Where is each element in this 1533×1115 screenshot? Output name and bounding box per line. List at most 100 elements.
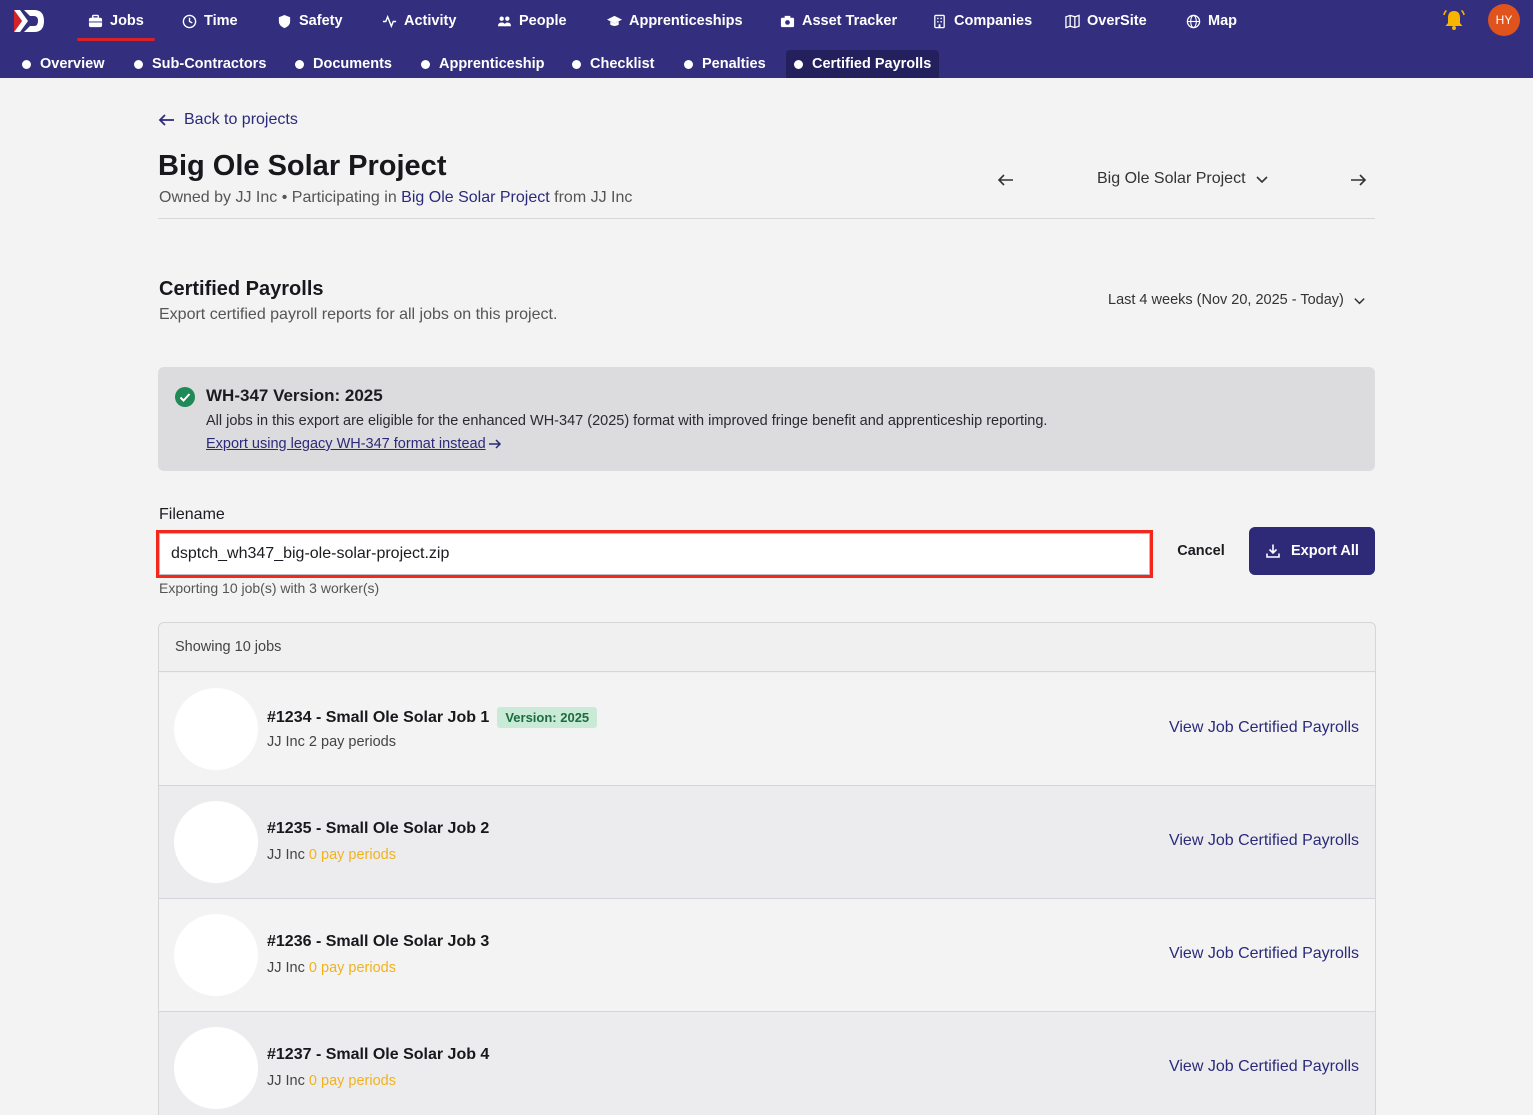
job-avatar	[174, 1027, 258, 1109]
chevron-down-icon	[1354, 297, 1365, 304]
job-meta: JJ Inc 0 pay periods	[267, 1073, 396, 1089]
alert-title: WH-347 Version: 2025	[206, 386, 383, 405]
tab-label: Penalties	[702, 56, 766, 72]
table-row: #1236 - Small Ole Solar Job 3 JJ Inc 0 p…	[159, 899, 1375, 1012]
nav-item-label: Jobs	[110, 13, 144, 29]
arrow-right-icon	[488, 439, 501, 449]
project-select-dropdown[interactable]: Big Ole Solar Project	[1097, 170, 1270, 188]
nav-item-time[interactable]: Time	[182, 0, 238, 42]
tab-overview[interactable]: Overview	[22, 50, 105, 78]
job-company: JJ Inc	[267, 960, 305, 976]
tab-penalties[interactable]: Penalties	[684, 50, 766, 78]
tab-certified-payrolls[interactable]: Certified Payrolls	[786, 50, 940, 78]
job-company: JJ Inc	[267, 847, 305, 863]
filename-input[interactable]	[156, 530, 1153, 578]
nav-item-asset-tracker[interactable]: Asset Tracker	[780, 0, 897, 42]
version-badge: Version: 2025	[497, 707, 598, 728]
tab-checklist[interactable]: Checklist	[572, 50, 654, 78]
ownership-line: Owned by JJ Inc • Participating in Big O…	[159, 189, 632, 207]
dsptch-logo-icon[interactable]	[12, 8, 46, 34]
export-summary: Exporting 10 job(s) with 3 worker(s)	[159, 580, 380, 596]
arrow-left-icon	[158, 114, 174, 126]
job-meta: JJ Inc 0 pay periods	[267, 847, 396, 863]
back-to-projects-link[interactable]: Back to projects	[158, 111, 298, 129]
graduation-cap-icon	[607, 15, 622, 26]
nav-item-label: Activity	[404, 13, 457, 29]
nav-item-map[interactable]: Map	[1186, 0, 1237, 42]
job-pay-periods: 0 pay periods	[308, 1073, 396, 1089]
shield-icon	[278, 14, 291, 28]
nav-item-label: Map	[1208, 13, 1237, 29]
job-title: #1236 - Small Ole Solar Job 3	[267, 933, 490, 950]
nav-item-oversite[interactable]: OverSite	[1065, 0, 1147, 42]
owned-suffix: from JJ Inc	[554, 189, 633, 206]
job-title-line: #1235 - Small Ole Solar Job 2	[267, 820, 489, 838]
bullet-icon	[22, 59, 31, 69]
job-title: #1235 - Small Ole Solar Job 2	[267, 820, 490, 837]
chevron-down-icon	[1255, 176, 1268, 184]
notification-bell-icon[interactable]	[1442, 9, 1466, 31]
nav-item-people[interactable]: People	[497, 0, 567, 42]
tab-label: Sub-Contractors	[152, 56, 267, 72]
cancel-button[interactable]: Cancel	[1168, 537, 1234, 565]
legacy-format-link[interactable]: Export using legacy WH-347 format instea…	[206, 436, 502, 452]
top-nav: Jobs Time Safety Activity People Apprent…	[0, 0, 1533, 42]
next-project-arrow-icon[interactable]	[1348, 170, 1368, 190]
job-company: JJ Inc	[267, 734, 305, 750]
bullet-icon	[572, 59, 581, 69]
check-circle-icon	[175, 387, 195, 407]
tab-documents[interactable]: Documents	[295, 50, 392, 78]
nav-item-label: Asset Tracker	[802, 13, 898, 29]
job-title-line: #1237 - Small Ole Solar Job 4	[267, 1046, 489, 1064]
bullet-icon	[421, 59, 430, 69]
export-all-button[interactable]: Export All	[1249, 527, 1375, 575]
view-job-certified-payrolls-link[interactable]: View Job Certified Payrolls	[1169, 719, 1359, 737]
tab-sub-contractors[interactable]: Sub-Contractors	[134, 50, 266, 78]
nav-item-jobs[interactable]: Jobs	[88, 0, 144, 42]
table-row: #1234 - Small Ole Solar Job 1 Version: 2…	[159, 673, 1375, 786]
map-book-icon	[1065, 13, 1080, 29]
bullet-icon	[134, 59, 143, 69]
people-icon	[497, 16, 512, 26]
tab-label: Certified Payrolls	[812, 56, 932, 72]
nav-item-companies[interactable]: Companies	[932, 0, 1032, 42]
tab-apprenticeship[interactable]: Apprenticeship	[421, 50, 545, 78]
date-range-value: Last 4 weeks (Nov 20, 2025 - Today)	[1108, 292, 1344, 308]
bullet-icon	[794, 59, 803, 69]
user-avatar[interactable]: HY	[1488, 4, 1520, 36]
view-job-certified-payrolls-link[interactable]: View Job Certified Payrolls	[1169, 945, 1359, 963]
job-meta: JJ Inc 0 pay periods	[267, 960, 396, 976]
view-job-certified-payrolls-link[interactable]: View Job Certified Payrolls	[1169, 832, 1359, 850]
job-meta: JJ Inc 2 pay periods	[267, 734, 396, 750]
wh347-version-alert: WH-347 Version: 2025 All jobs in this ex…	[158, 367, 1375, 471]
job-avatar	[174, 801, 258, 883]
active-nav-indicator	[77, 38, 155, 41]
nav-item-label: Safety	[299, 13, 343, 29]
download-icon	[1266, 544, 1280, 558]
project-subnav: Overview Sub-Contractors Documents Appre…	[0, 42, 1533, 78]
job-pay-periods: 0 pay periods	[308, 847, 396, 863]
job-pay-periods: 0 pay periods	[308, 960, 396, 976]
page-title: Big Ole Solar Project	[158, 150, 447, 182]
nav-item-activity[interactable]: Activity	[382, 0, 456, 42]
table-row: #1237 - Small Ole Solar Job 4 JJ Inc 0 p…	[159, 1012, 1375, 1115]
previous-project-arrow-icon[interactable]	[996, 170, 1016, 190]
activity-icon	[382, 14, 397, 28]
project-select-value: Big Ole Solar Project	[1097, 170, 1246, 187]
nav-item-apprenticeships[interactable]: Apprenticeships	[607, 0, 743, 42]
camera-icon	[780, 15, 795, 27]
date-range-dropdown[interactable]: Last 4 weeks (Nov 20, 2025 - Today)	[1108, 292, 1367, 308]
view-job-certified-payrolls-link[interactable]: View Job Certified Payrolls	[1169, 1058, 1359, 1076]
building-icon	[934, 14, 945, 28]
job-title-line: #1234 - Small Ole Solar Job 1 Version: 2…	[267, 707, 598, 728]
nav-item-safety[interactable]: Safety	[277, 0, 343, 42]
owned-prefix: Owned by JJ Inc • Participating in	[159, 189, 397, 206]
nav-item-label: Apprenticeships	[629, 13, 743, 29]
job-title-line: #1236 - Small Ole Solar Job 3	[267, 933, 489, 951]
filename-label: Filename	[159, 506, 225, 523]
section-title: Certified Payrolls	[159, 278, 324, 300]
project-link[interactable]: Big Ole Solar Project	[401, 189, 550, 206]
jobs-list: Showing 10 jobs #1234 - Small Ole Solar …	[158, 622, 1376, 1115]
header-divider	[158, 218, 1375, 219]
tab-label: Overview	[40, 56, 105, 72]
